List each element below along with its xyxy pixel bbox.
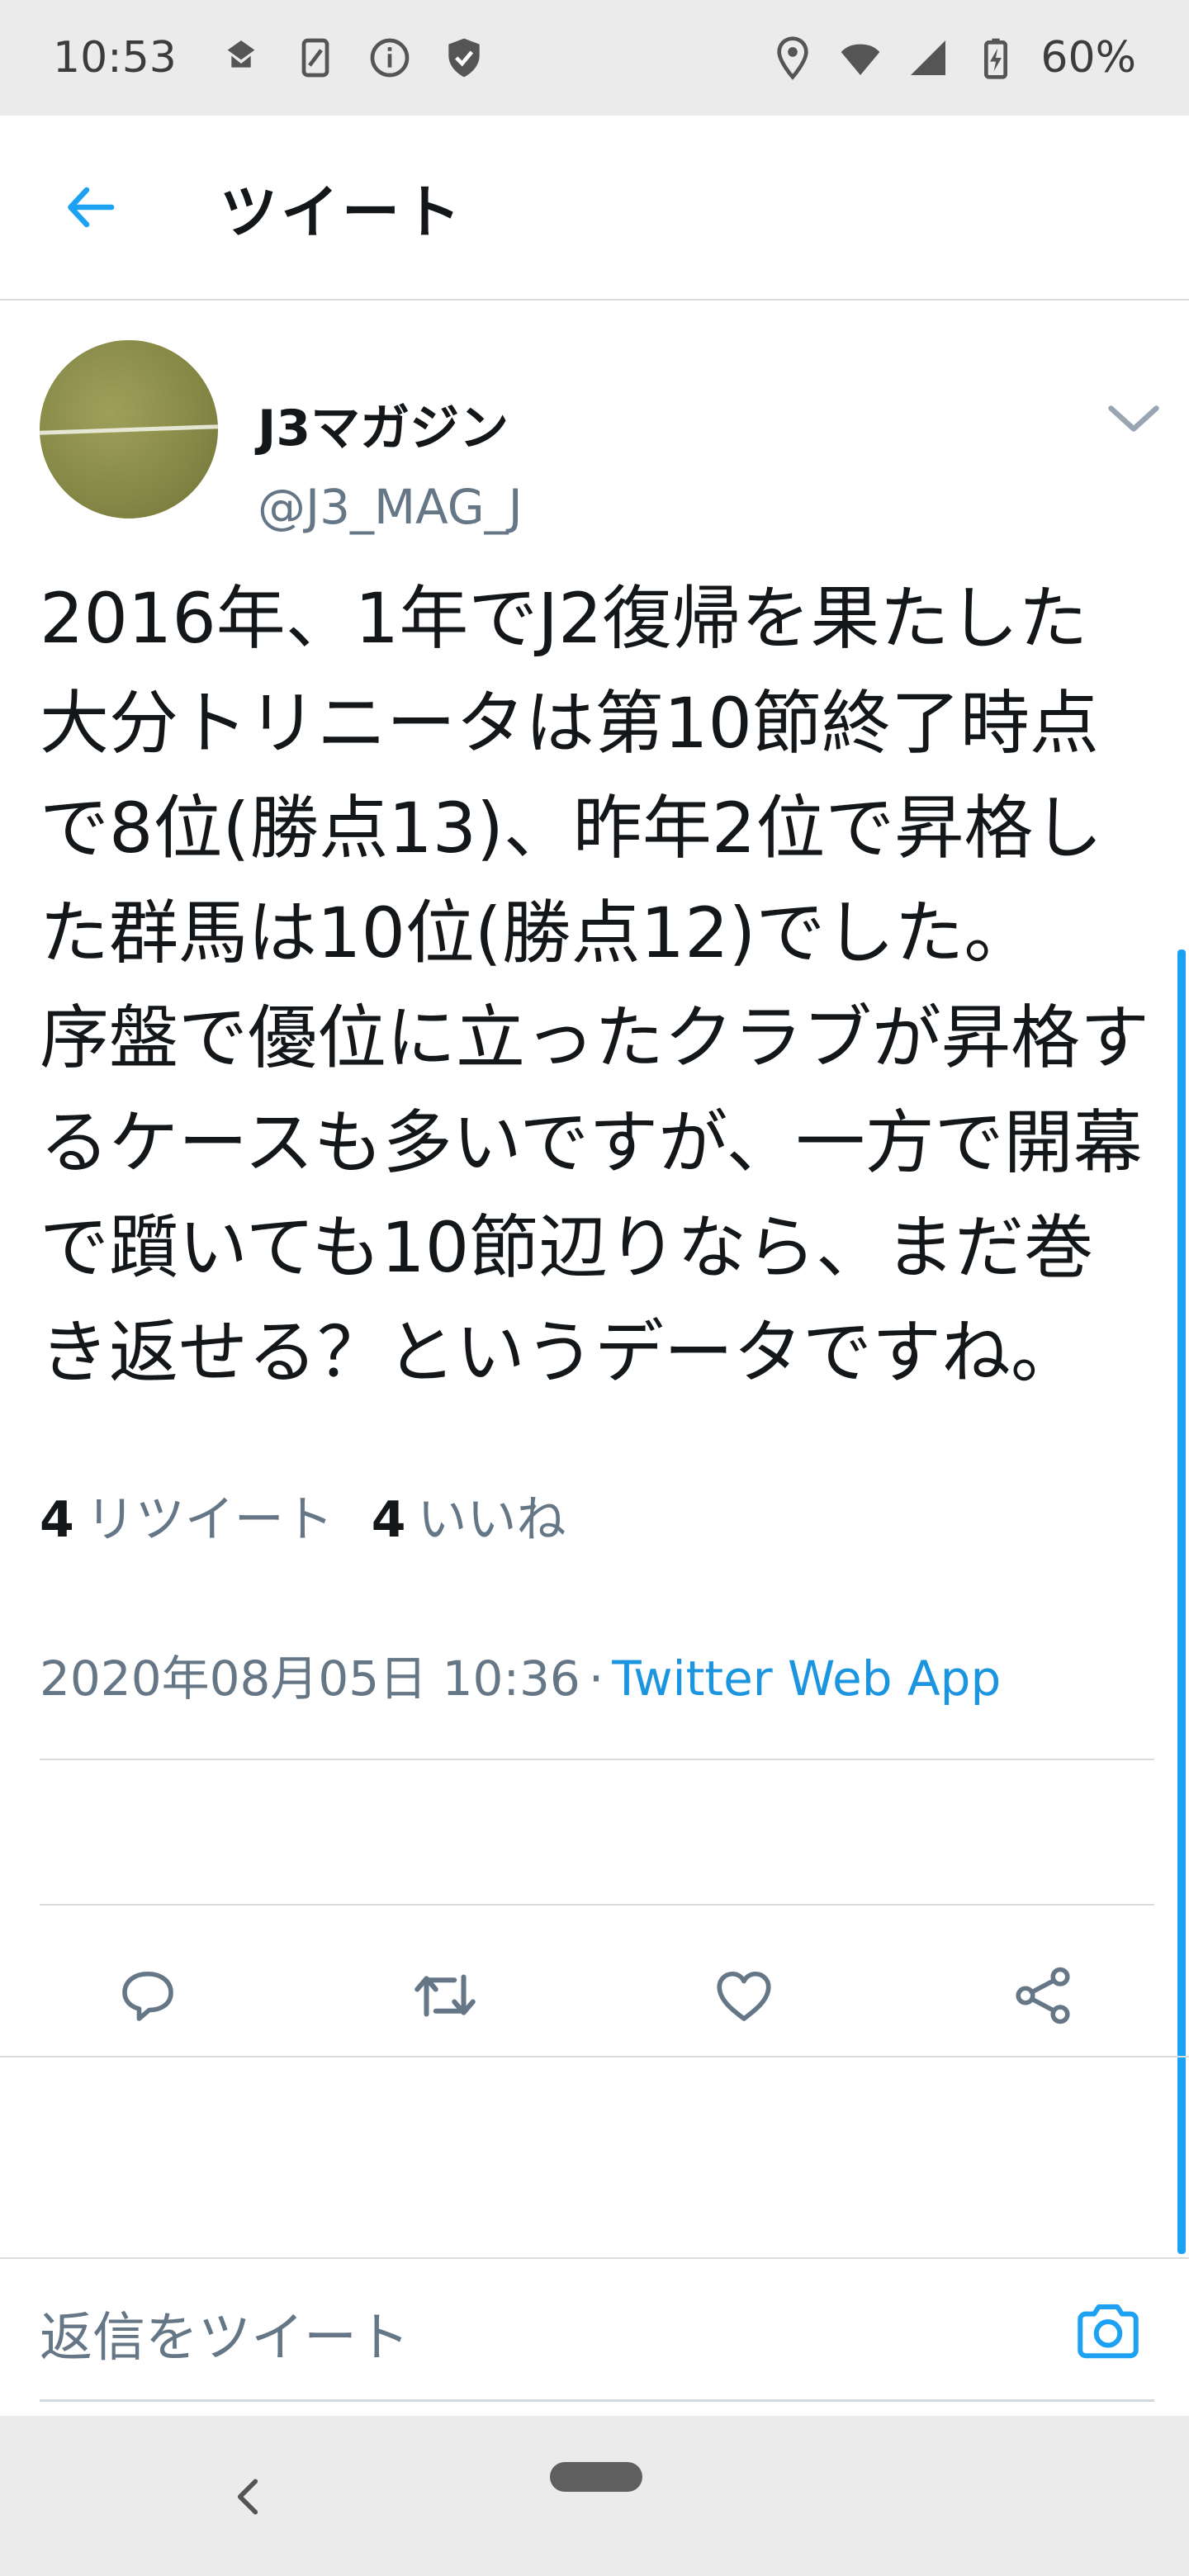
- divider: [40, 1904, 1154, 1906]
- tweet-source-link[interactable]: Twitter Web App: [612, 1650, 1001, 1707]
- reply-input-underline: [40, 2399, 1154, 2402]
- meta-separator: ·: [588, 1650, 604, 1707]
- sim-icon: [301, 38, 329, 78]
- wifi-icon: [841, 44, 880, 75]
- status-bar: 10:53 60%: [0, 0, 1189, 116]
- shield-icon: [448, 38, 480, 78]
- location-icon: [777, 36, 809, 80]
- retweet-stat[interactable]: 4 リツイート: [40, 1480, 334, 1551]
- tweet-meta: 2020年08月05日 10:36 · Twitter Web App: [40, 1640, 1001, 1709]
- camera-button[interactable]: [1068, 2292, 1148, 2371]
- divider: [0, 2056, 1189, 2057]
- system-nav-bar: [0, 2416, 1189, 2576]
- top-app-bar: ツイート: [0, 116, 1189, 301]
- app-notification-icon: [227, 40, 255, 68]
- like-icon: [717, 1971, 771, 2021]
- divider: [40, 1759, 1154, 1760]
- home-pill-icon[interactable]: [550, 2462, 642, 2492]
- status-time: 10:53: [53, 33, 177, 83]
- signal-icon: [911, 40, 946, 75]
- tweet-header: J3マガジン @J3_MAG_J: [40, 340, 1163, 535]
- status-right-icons: 60%: [770, 33, 1136, 83]
- author-display-name[interactable]: J3マガジン: [258, 388, 509, 460]
- chevron-down-icon[interactable]: [1105, 398, 1163, 439]
- status-left-icons: [218, 35, 487, 81]
- tweet-timestamp: 2020年08月05日 10:36: [40, 1650, 580, 1707]
- like-stat[interactable]: 4 いいね: [372, 1480, 566, 1551]
- page-title: ツイート: [220, 178, 464, 246]
- battery-percentage: 60%: [1040, 33, 1136, 83]
- info-icon: [370, 38, 410, 78]
- reply-composer: 返信をツイート: [0, 2257, 1189, 2403]
- retweet-count: 4: [40, 1491, 74, 1549]
- like-label: いいね: [417, 1491, 566, 1549]
- like-button[interactable]: [699, 1950, 789, 2041]
- retweet-label: リツイート: [85, 1491, 334, 1549]
- like-count: 4: [371, 1491, 406, 1549]
- tweet-stats: 4 リツイート 4 いいね: [40, 1480, 566, 1551]
- retweet-button[interactable]: [400, 1950, 490, 2041]
- arrow-left-icon: [68, 187, 115, 228]
- avatar[interactable]: [40, 340, 218, 519]
- share-icon: [1016, 1967, 1070, 2024]
- camera-icon: [1078, 2304, 1139, 2359]
- reply-button[interactable]: [102, 1950, 193, 2041]
- share-button[interactable]: [997, 1950, 1088, 2041]
- chevron-left-icon: [237, 2479, 258, 2515]
- tweet-actions: [0, 1929, 1189, 2061]
- tweet-text: 2016年、1年でJ2復帰を果たした大分トリニータは第10節終了時点で8位(勝点…: [40, 578, 1150, 1393]
- retweet-icon: [414, 1974, 476, 2017]
- back-button[interactable]: [54, 170, 129, 244]
- battery-icon: [984, 38, 1008, 79]
- nav-back-button[interactable]: [223, 2464, 272, 2530]
- reply-icon: [122, 1971, 173, 2021]
- reply-input[interactable]: 返信をツイート: [40, 2295, 410, 2371]
- author-handle[interactable]: @J3_MAG_J: [258, 479, 523, 535]
